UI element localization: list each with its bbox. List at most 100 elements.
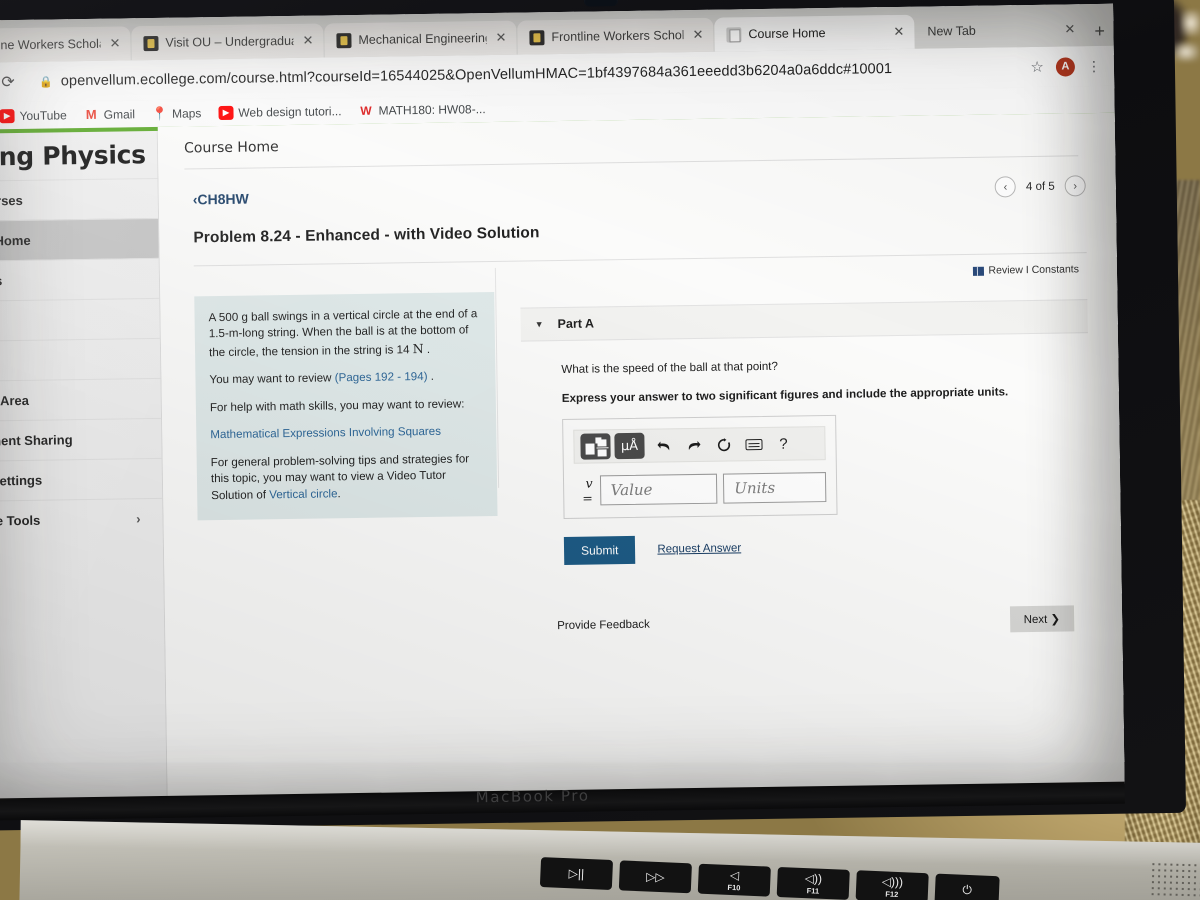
pearson-icon <box>336 32 352 48</box>
template-icon[interactable] <box>580 433 611 460</box>
sidebar-item-label: er Settings <box>0 472 43 489</box>
close-icon[interactable]: ✕ <box>300 33 315 49</box>
bookmark-math180[interactable]: W MATH180: HW08-... <box>358 101 486 118</box>
bookmark-label: YouTube <box>19 107 67 123</box>
toolbar-right-group: ☆ A ⋮ <box>1030 56 1104 77</box>
close-icon[interactable]: ✕ <box>107 35 122 51</box>
submit-button[interactable]: Submit <box>563 535 636 565</box>
webassign-icon: W <box>360 103 372 118</box>
sidebar-item-user-settings[interactable]: er Settings <box>0 457 163 501</box>
key-volume-up-f12[interactable]: ◁))) F12 <box>855 870 929 900</box>
problem-unit: N <box>412 340 424 357</box>
sidebar-item-syllabus[interactable]: abus <box>0 257 160 301</box>
prev-problem-button[interactable]: ‹ <box>994 176 1017 198</box>
browser-tab[interactable]: ntline Workers Scholarsh ✕ <box>0 26 131 63</box>
sidebar-item-my-courses[interactable]: Courses <box>0 177 159 221</box>
next-button[interactable]: Next ❯ <box>1009 605 1075 633</box>
sidebar-item-course-home[interactable]: rse Home <box>0 217 159 261</box>
key-mute-f10[interactable]: ◁ F10 <box>697 863 771 897</box>
lock-icon: 🔒 <box>38 75 53 89</box>
browser-tab[interactable]: Visit OU – Undergraduate A ✕ <box>131 23 324 61</box>
problem-statement-column: A 500 g ball swings in a vertical circle… <box>194 268 499 644</box>
pager-count: 4 of 5 <box>1025 180 1055 193</box>
question-text: What is the speed of the ball at that po… <box>561 359 779 376</box>
variable-label: v = <box>582 475 593 506</box>
laptop: ntline Workers Scholarsh ✕ Visit OU – Un… <box>0 0 1187 851</box>
tab-title: ntline Workers Scholarsh <box>0 36 101 53</box>
units-input[interactable]: Units <box>723 472 827 504</box>
close-icon[interactable]: ✕ <box>891 24 906 40</box>
bookmark-gmail[interactable]: M Gmail <box>84 106 135 123</box>
bookmark-webdesign[interactable]: ▶ Web design tutori... <box>218 104 342 120</box>
help-icon[interactable]: ? <box>768 430 798 456</box>
sidebar-item-scores[interactable]: res <box>0 297 160 341</box>
value-placeholder: Value <box>610 480 653 500</box>
browser-tab[interactable]: Mechanical Engineering - C ✕ <box>324 20 517 58</box>
problem-statement-end: . <box>423 342 431 356</box>
browser-tab[interactable]: Frontline Workers Scholarsh ✕ <box>517 17 714 55</box>
background-light-blur <box>1172 42 1200 62</box>
answer-input-box: μÅ ? v = Value Units <box>562 414 838 519</box>
close-icon[interactable]: ✕ <box>690 27 705 43</box>
value-input[interactable]: Value <box>599 473 718 506</box>
breadcrumb-back-link[interactable]: ‹CH8HW <box>193 178 1086 208</box>
bookmark-label: MATH180: HW08-... <box>378 101 486 118</box>
course-sidebar: tering Physics Courses rse Home abus res <box>0 126 168 801</box>
reset-icon[interactable] <box>708 431 738 457</box>
next-problem-button[interactable]: › <box>1064 175 1086 197</box>
units-icon[interactable]: μÅ <box>614 432 645 460</box>
reload-icon[interactable]: ⟳ <box>0 71 19 93</box>
bookmark-youtube[interactable]: ▶ YouTube <box>0 108 67 123</box>
review-pages-link[interactable]: (Pages 192 - 194) <box>335 370 428 384</box>
browser-window: ntline Workers Scholarsh ✕ Visit OU – Un… <box>0 3 1125 801</box>
new-tab-button[interactable]: + <box>1086 21 1115 46</box>
page-title: Course Home <box>183 139 279 157</box>
main-content: Course Home ‹CH8HW Problem 8.24 - Enhanc… <box>157 112 1125 801</box>
sidebar-item-course-tools[interactable]: urse Tools › <box>0 497 163 541</box>
webcam-icon <box>583 0 618 7</box>
key-play-pause[interactable]: ▷|| <box>539 857 614 891</box>
problem-statement-text: A 500 g ball swings in a vertical circle… <box>208 307 478 360</box>
problem-pager: ‹ 4 of 5 › <box>994 175 1086 198</box>
close-icon[interactable]: ✕ <box>493 30 508 46</box>
bookmark-maps[interactable]: 📍 Maps <box>151 105 201 120</box>
key-power[interactable]: ⏻ <box>934 873 1000 900</box>
pearson-icon <box>143 35 159 51</box>
redo-glyph <box>688 440 700 450</box>
sidebar-item-label: Courses <box>0 192 23 209</box>
answer-column: Review I Constants ▼ Part A What is the … <box>494 259 1092 640</box>
chevron-right-icon: › <box>136 511 141 527</box>
review-constants-link[interactable]: Review I Constants <box>520 263 1087 283</box>
redo-icon[interactable] <box>678 432 708 458</box>
key-next-track[interactable]: ▷▷ <box>618 860 692 894</box>
bookmark-star-icon[interactable]: ☆ <box>1030 58 1044 76</box>
sidebar-item-study-area[interactable]: udy Area <box>0 377 162 421</box>
problem-columns: A 500 g ball swings in a vertical circle… <box>194 259 1092 644</box>
browser-tab[interactable]: New Tab ✕ <box>915 12 1086 49</box>
reset-glyph <box>717 437 730 451</box>
request-answer-link[interactable]: Request Answer <box>657 542 741 555</box>
laptop-brand-text: MacBook Pro <box>475 786 590 807</box>
gmail-icon: M <box>85 106 97 123</box>
sidebar-item-label: cument Sharing <box>0 432 73 449</box>
video-tutor-line: For general problem-solving tips and str… <box>211 451 482 504</box>
keyboard-icon[interactable] <box>738 431 768 457</box>
book-icon <box>972 266 984 276</box>
close-icon[interactable]: ✕ <box>1062 21 1077 37</box>
browser-tab-active[interactable]: Course Home ✕ <box>714 14 915 52</box>
problem-title: Problem 8.24 - Enhanced - with Video Sol… <box>193 224 540 247</box>
avatar[interactable]: A <box>1055 56 1076 77</box>
key-volume-down-f11[interactable]: ◁)) F11 <box>776 866 850 900</box>
question-instruction: Express your answer to two significant f… <box>561 385 1009 405</box>
caret-down-icon[interactable]: ▼ <box>535 319 544 329</box>
sidebar-item-document-sharing[interactable]: cument Sharing <box>0 417 162 461</box>
footer-row: Provide Feedback Next ❯ <box>557 605 1092 639</box>
undo-icon[interactable] <box>648 432 678 458</box>
sidebar-item-etext[interactable]: ext <box>0 337 161 381</box>
sidebar-item-label: urse Tools <box>0 512 41 529</box>
provide-feedback-link[interactable]: Provide Feedback <box>557 619 650 632</box>
vertical-circle-link[interactable]: Vertical circle <box>269 487 337 501</box>
review-pages-line: You may want to review (Pages 192 - 194)… <box>209 369 479 389</box>
math-expressions-link[interactable]: Mathematical Expressions Involving Squar… <box>210 423 480 443</box>
kebab-menu-icon[interactable]: ⋮ <box>1087 57 1100 74</box>
